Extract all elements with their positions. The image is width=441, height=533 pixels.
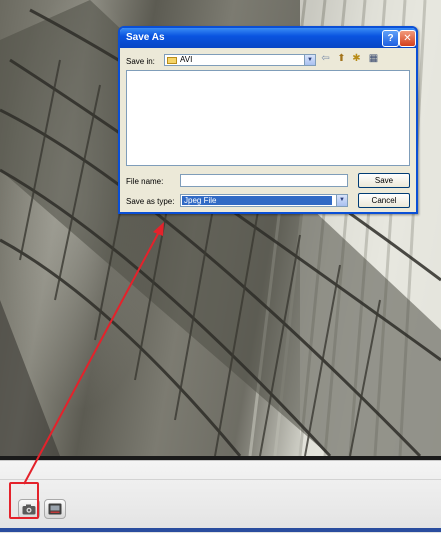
save-button[interactable]: Save — [358, 173, 410, 188]
highlight-box — [9, 482, 39, 519]
folder-icon — [167, 57, 177, 64]
back-arrow-icon[interactable]: ⇦ — [320, 53, 331, 65]
save-in-dropdown[interactable]: AVI ▼ — [164, 54, 316, 66]
chevron-down-icon[interactable]: ▼ — [336, 195, 347, 206]
chevron-down-icon[interactable]: ▼ — [304, 55, 315, 65]
save-in-label: Save in: — [126, 57, 155, 66]
cancel-button[interactable]: Cancel — [358, 193, 410, 208]
record-button[interactable] — [44, 499, 66, 519]
file-name-label: File name: — [126, 177, 164, 186]
help-icon: ? — [387, 33, 394, 44]
video-icon — [48, 503, 62, 515]
views-menu-icon[interactable]: ▦ — [368, 53, 379, 65]
dialog-title: Save As — [126, 32, 165, 43]
up-folder-icon[interactable]: ⬆ — [336, 53, 347, 65]
toolbar — [0, 460, 441, 533]
close-button[interactable]: ✕ — [399, 30, 416, 47]
close-icon: ✕ — [403, 33, 412, 44]
toolbar-separator — [0, 479, 441, 480]
taskbar-strip — [0, 528, 441, 532]
save-as-type-dropdown[interactable]: Jpeg File ▼ — [180, 194, 348, 207]
save-in-value: AVI — [180, 55, 193, 64]
file-name-input[interactable] — [180, 174, 348, 187]
dialog-titlebar[interactable]: Save As ? ✕ — [120, 28, 416, 48]
file-list[interactable] — [126, 70, 410, 166]
help-button[interactable]: ? — [382, 30, 399, 47]
save-as-type-label: Save as type: — [126, 197, 175, 206]
save-as-dialog: Save As ? ✕ Save in: AVI ▼ ⇦ ⬆ ✱ ▦ File … — [118, 26, 418, 214]
save-as-type-value: Jpeg File — [182, 196, 332, 205]
new-folder-icon[interactable]: ✱ — [351, 53, 362, 65]
